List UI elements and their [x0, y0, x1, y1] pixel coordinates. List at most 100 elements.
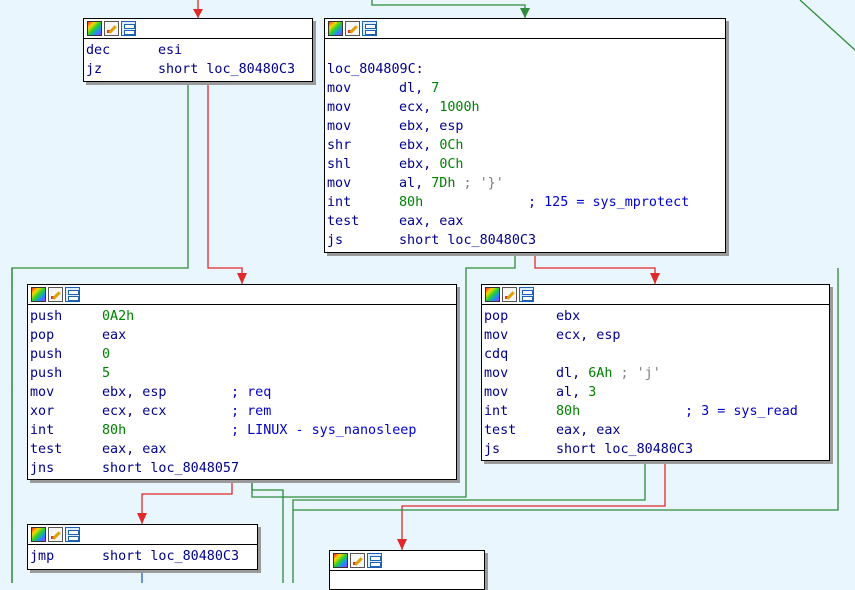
instruction-line[interactable]: js short loc_80480C3 — [327, 231, 725, 250]
group-nodes-icon[interactable] — [367, 553, 382, 568]
edge-true[interactable] — [799, 0, 855, 51]
color-palette-icon[interactable] — [333, 553, 348, 568]
mnemonic: test — [327, 214, 360, 229]
block-header — [28, 285, 456, 305]
immediate-value: 0Ch — [439, 138, 464, 153]
code-label[interactable]: loc_804809C: — [327, 60, 725, 79]
arrowhead — [397, 539, 407, 550]
mnemonic: dec — [86, 43, 111, 58]
mnemonic: shr — [327, 138, 352, 153]
immediate-value: 1000h — [439, 100, 480, 115]
instruction-line[interactable]: jz short loc_80480C3 — [86, 60, 312, 79]
edit-icon[interactable] — [48, 527, 63, 542]
edge-true[interactable] — [371, 0, 526, 18]
mnemonic: mov — [327, 119, 352, 134]
instruction-line[interactable]: push 0 — [30, 345, 456, 364]
code-block-nanosleep[interactable]: push 0A2h pop eax push 0 push 5 mov ebx, esp ; re… — [27, 284, 457, 480]
padding — [167, 383, 232, 402]
immediate-value: 6Ah — [588, 366, 613, 381]
code-block-1[interactable]: dec esi jz short loc_80480C3 — [83, 18, 313, 82]
group-nodes-icon[interactable] — [519, 287, 534, 302]
instruction-line[interactable]: mov ecx, 1000h — [327, 98, 725, 117]
mnemonic: pop — [30, 328, 55, 343]
color-palette-icon[interactable] — [31, 527, 46, 542]
color-palette-icon[interactable] — [31, 287, 46, 302]
instruction-line[interactable]: js short loc_80480C3 — [484, 440, 829, 459]
operand: short loc_80480C3 — [102, 549, 240, 564]
operand: ecx, — [399, 100, 440, 115]
instruction-line[interactable]: mov al, 7Dh ; '}' — [327, 174, 725, 193]
instruction-line[interactable]: shl ebx, 0Ch — [327, 155, 725, 174]
edit-icon[interactable] — [502, 287, 517, 302]
edit-icon[interactable] — [350, 553, 365, 568]
group-nodes-icon[interactable] — [121, 21, 136, 36]
code-block-jmp[interactable]: jmp short loc_80480C3 — [27, 524, 258, 570]
group-nodes-icon[interactable] — [65, 527, 80, 542]
color-palette-icon[interactable] — [485, 287, 500, 302]
mnemonic: push — [30, 347, 63, 362]
block-body: jmp short loc_80480C3 — [28, 545, 257, 566]
mnemonic: mov — [327, 81, 352, 96]
instruction-line[interactable]: test eax, eax — [30, 440, 456, 459]
instruction-line[interactable]: shr ebx, 0Ch — [327, 136, 725, 155]
color-palette-icon[interactable] — [87, 21, 102, 36]
instruction-line[interactable]: mov dl, 7 — [327, 79, 725, 98]
instruction-line[interactable]: int 80h ; LINUX - sys_nanosleep — [30, 421, 456, 440]
edit-icon[interactable] — [48, 287, 63, 302]
arrowhead — [137, 513, 147, 524]
instruction-line[interactable]: jns short loc_8048057 — [30, 459, 456, 478]
instruction-line[interactable]: int 80h ; 3 = sys_read — [484, 402, 829, 421]
mnemonic: cdq — [484, 347, 509, 362]
instruction-line[interactable]: xor ecx, ecx ; rem — [30, 402, 456, 421]
immediate-value: 0 — [102, 347, 111, 362]
padding — [423, 193, 528, 212]
group-nodes-icon[interactable] — [362, 21, 377, 36]
instruction-line[interactable]: int 80h ; 125 = sys_mprotect — [327, 193, 725, 212]
immediate-value: 0A2h — [102, 309, 135, 324]
instruction-line[interactable]: mov ecx, esp — [484, 326, 829, 345]
instruction-line[interactable]: jmp short loc_80480C3 — [30, 547, 257, 566]
mnemonic: mov — [327, 176, 352, 191]
comment: ; 125 = sys_mprotect — [528, 195, 690, 210]
edit-icon[interactable] — [104, 21, 119, 36]
operand: dl, — [399, 81, 432, 96]
instruction-line[interactable]: test eax, eax — [484, 421, 829, 440]
instruction-line[interactable]: mov dl, 6Ah ; 'j' — [484, 364, 829, 383]
color-palette-icon[interactable] — [328, 21, 343, 36]
instruction-line[interactable]: test eax, eax — [327, 212, 725, 231]
edit-icon[interactable] — [345, 21, 360, 36]
operand: dl, — [556, 366, 589, 381]
mnemonic: mov — [484, 328, 509, 343]
instruction-line[interactable]: cdq — [484, 345, 829, 364]
operand: al, — [399, 176, 432, 191]
code-block-read[interactable]: pop ebx mov ecx, esp cdq mov dl, 6Ah ; 'j' mov a… — [481, 284, 830, 461]
instruction-line[interactable]: push 0A2h — [30, 307, 456, 326]
edge-false[interactable] — [534, 252, 656, 284]
block-header — [482, 285, 829, 305]
block-body: push 0A2h pop eax push 0 push 5 mov ebx, esp ; re… — [28, 305, 456, 478]
instruction-line[interactable]: dec esi — [86, 41, 312, 60]
code-block-loc-804809C[interactable]: loc_804809C: mov dl, 7 mov ecx, 1000h mov ebx,… — [324, 18, 726, 253]
mnemonic: js — [484, 442, 501, 457]
instruction-line[interactable]: pop ebx — [484, 307, 829, 326]
instruction-line[interactable]: mov ebx, esp — [327, 117, 725, 136]
arrowhead — [193, 9, 203, 18]
code-block-partial[interactable] — [329, 550, 485, 590]
mnemonic: mov — [30, 385, 55, 400]
instruction-line[interactable]: pop eax — [30, 326, 456, 345]
instruction-line[interactable]: mov ebx, esp ; req — [30, 383, 456, 402]
immediate-value: 0Ch — [439, 157, 464, 172]
instruction-line[interactable]: mov al, 3 — [484, 383, 829, 402]
operand: eax, eax — [399, 214, 464, 229]
mnemonic: test — [484, 423, 517, 438]
group-nodes-icon[interactable] — [65, 287, 80, 302]
operand: short loc_80480C3 — [556, 442, 694, 457]
edge-false[interactable] — [141, 480, 233, 524]
mnemonic: push — [30, 309, 63, 324]
instruction-line[interactable]: push 5 — [30, 364, 456, 383]
edge-false[interactable] — [207, 82, 243, 284]
char-comment: ; 'j' — [612, 366, 661, 381]
operand: eax, eax — [556, 423, 621, 438]
mnemonic: int — [484, 404, 509, 419]
mnemonic: mov — [484, 366, 509, 381]
